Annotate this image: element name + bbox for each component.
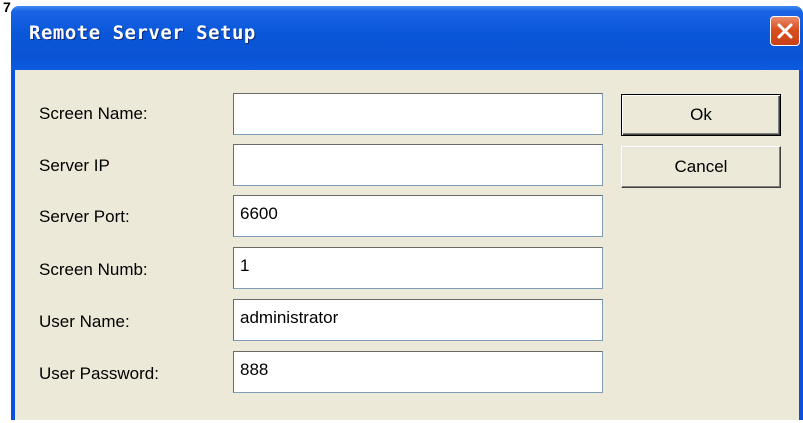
server-ip-label: Server IP — [39, 156, 110, 175]
background-text-fragment: 7 — [3, 0, 11, 15]
screen-number-label: Screen Numb: — [39, 260, 148, 279]
cancel-button[interactable]: Cancel — [621, 146, 781, 188]
server-port-label: Server Port: — [39, 207, 130, 226]
user-password-input[interactable]: 888 — [233, 351, 603, 393]
remote-server-setup-dialog: Remote Server Setup Screen Name: Server … — [11, 6, 803, 420]
close-icon — [777, 23, 793, 39]
user-password-label: User Password: — [39, 364, 159, 383]
screen-name-label: Screen Name: — [39, 104, 148, 123]
screen-number-input[interactable]: 1 — [233, 247, 603, 289]
title-bar[interactable]: Remote Server Setup — [11, 6, 803, 70]
user-name-input[interactable]: administrator — [233, 299, 603, 341]
screen-name-input[interactable] — [233, 93, 603, 135]
user-name-label: User Name: — [39, 312, 130, 331]
server-port-input[interactable]: 6600 — [233, 195, 603, 237]
dialog-title: Remote Server Setup — [29, 22, 256, 44]
dialog-body: Screen Name: Server IP Server Port: 6600… — [15, 70, 799, 420]
ok-button[interactable]: Ok — [621, 94, 781, 136]
close-button[interactable] — [770, 16, 800, 46]
server-ip-input[interactable] — [233, 144, 603, 186]
